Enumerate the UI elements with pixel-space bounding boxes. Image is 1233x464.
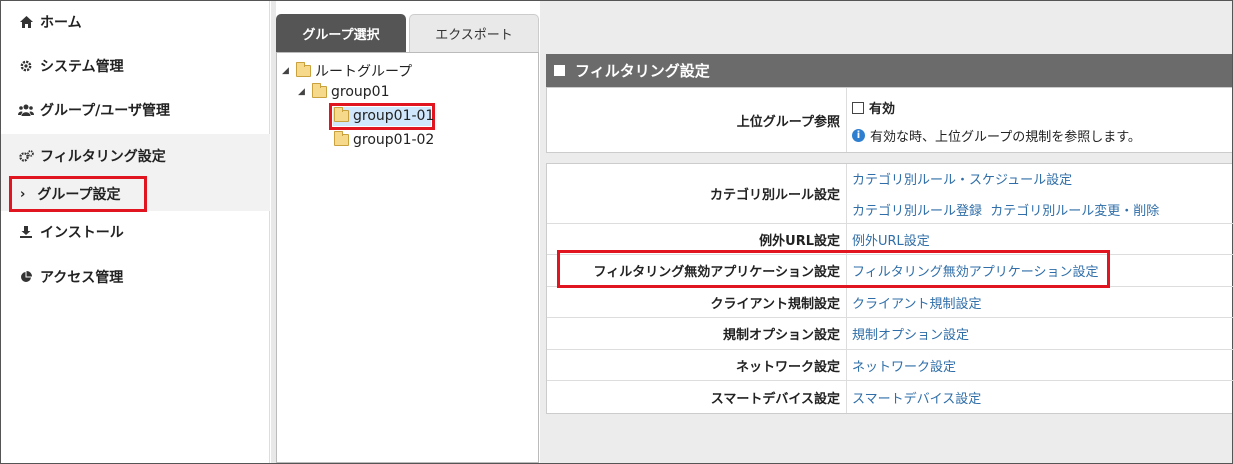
sidebar: ホーム システム管理 グループ/ユーザ管理 フィルタリング設定 › グループ設定… bbox=[1, 1, 270, 463]
tree-node-root[interactable]: ◢ ルートグループ bbox=[282, 61, 412, 81]
expand-triangle-icon[interactable]: ◢ bbox=[282, 66, 296, 76]
row-label: スマートデバイス設定 bbox=[547, 381, 847, 413]
sidebar-subitem-group-settings[interactable]: › グループ設定 bbox=[9, 176, 147, 212]
square-bullet-icon bbox=[554, 65, 565, 76]
parent-ref-checkbox[interactable] bbox=[852, 102, 864, 114]
panel-title: フィルタリング設定 bbox=[546, 54, 1232, 87]
gear-icon bbox=[18, 58, 34, 74]
sidebar-item-access[interactable]: アクセス管理 bbox=[1, 258, 270, 296]
table-row: ネットワーク設定 ネットワーク設定 bbox=[547, 349, 1233, 380]
link-smart-device[interactable]: スマートデバイス設定 bbox=[852, 388, 1233, 407]
tree-node-label: ルートグループ bbox=[315, 64, 413, 80]
link-client-restriction[interactable]: クライアント規制設定 bbox=[852, 293, 1233, 312]
tree-node-label: group01-02 bbox=[353, 132, 435, 148]
sidebar-subitem-label: グループ設定 bbox=[37, 187, 121, 203]
row-label: 上位グループ参照 bbox=[547, 88, 847, 152]
link-category-rule-edit-delete[interactable]: カテゴリ別ルール変更・削除 bbox=[990, 204, 1159, 219]
table-row: クライアント規制設定 クライアント規制設定 bbox=[547, 286, 1233, 317]
link-network[interactable]: ネットワーク設定 bbox=[852, 356, 1233, 375]
row-label: ネットワーク設定 bbox=[547, 350, 847, 380]
folder-icon bbox=[334, 131, 349, 146]
home-icon bbox=[18, 14, 34, 30]
sidebar-item-label: グループ/ユーザ管理 bbox=[40, 103, 170, 119]
table-row: 上位グループ参照 有効 i 有効な時、上位グループの規制を参照します。 bbox=[547, 88, 1233, 152]
link-exception-url[interactable]: 例外URL設定 bbox=[852, 230, 1233, 249]
link-category-rule-schedule[interactable]: カテゴリ別ルール・スケジュール設定 bbox=[852, 173, 1072, 188]
folder-icon bbox=[334, 107, 349, 122]
info-text: 有効な時、上位グループの規制を参照します。 bbox=[870, 130, 1141, 145]
sidebar-item-filtering[interactable]: フィルタリング設定 bbox=[1, 137, 270, 175]
checkbox-label: 有効 bbox=[869, 102, 896, 117]
highlight-box bbox=[557, 250, 1110, 288]
table-row: 規制オプション設定 規制オプション設定 bbox=[547, 317, 1233, 349]
sidebar-item-label: インストール bbox=[40, 225, 124, 241]
pie-chart-icon bbox=[18, 269, 34, 285]
gears-icon bbox=[18, 148, 34, 164]
sidebar-item-label: アクセス管理 bbox=[40, 270, 124, 286]
tree-node-group01-02[interactable]: group01-02 bbox=[334, 131, 435, 148]
users-icon bbox=[18, 102, 34, 118]
parent-ref-table: 上位グループ参照 有効 i 有効な時、上位グループの規制を参照します。 bbox=[546, 87, 1232, 153]
link-category-rule-register[interactable]: カテゴリ別ルール登録 bbox=[852, 204, 982, 219]
table-row: カテゴリ別ルール設定 カテゴリ別ルール・スケジュール設定 カテゴリ別ルール登録 … bbox=[547, 164, 1233, 223]
folder-icon bbox=[312, 83, 327, 98]
sidebar-item-home[interactable]: ホーム bbox=[1, 3, 270, 41]
sidebar-item-group-user[interactable]: グループ/ユーザ管理 bbox=[1, 91, 270, 129]
sidebar-item-label: ホーム bbox=[40, 15, 82, 31]
sidebar-item-label: フィルタリング設定 bbox=[40, 149, 166, 165]
tab-group-select[interactable]: グループ選択 bbox=[276, 14, 406, 52]
tree-node-label: group01-01 bbox=[353, 108, 435, 124]
info-icon: i bbox=[852, 129, 865, 142]
row-label: 規制オプション設定 bbox=[547, 318, 847, 349]
folder-icon bbox=[296, 62, 311, 77]
row-label: クライアント規制設定 bbox=[547, 287, 847, 317]
sidebar-item-system[interactable]: システム管理 bbox=[1, 47, 270, 85]
link-restriction-options[interactable]: 規制オプション設定 bbox=[852, 324, 1233, 343]
expand-triangle-icon[interactable]: ◢ bbox=[298, 87, 312, 97]
tree-node-group01[interactable]: ◢ group01 bbox=[298, 83, 390, 100]
download-icon bbox=[18, 224, 34, 240]
sidebar-item-install[interactable]: インストール bbox=[1, 213, 270, 251]
table-row: スマートデバイス設定 スマートデバイス設定 bbox=[547, 380, 1233, 413]
row-label: カテゴリ別ルール設定 bbox=[547, 164, 847, 223]
tree-node-label: group01 bbox=[331, 84, 390, 100]
settings-table: カテゴリ別ルール設定 カテゴリ別ルール・スケジュール設定 カテゴリ別ルール登録 … bbox=[546, 163, 1233, 414]
tab-export[interactable]: エクスポート bbox=[409, 14, 539, 52]
tree-node-group01-01[interactable]: group01-01 bbox=[334, 107, 435, 124]
tab-bar: グループ選択 エクスポート bbox=[276, 14, 539, 52]
chevron-right-icon: › bbox=[20, 186, 26, 202]
sidebar-item-label: システム管理 bbox=[40, 59, 124, 75]
